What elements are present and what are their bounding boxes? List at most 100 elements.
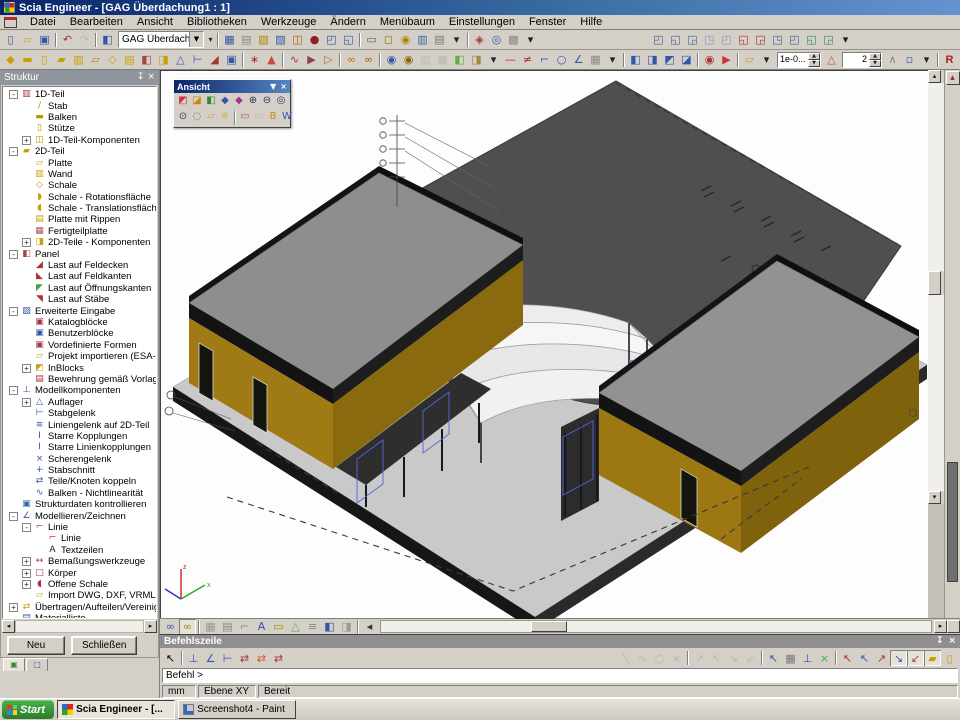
tree-item-label[interactable]: Last auf Stäbe bbox=[48, 294, 109, 305]
window-arrange-10-icon[interactable]: ◱ bbox=[803, 32, 820, 48]
add-beam-icon[interactable]: ▬ bbox=[19, 52, 36, 68]
tree-item-label[interactable]: Stütze bbox=[48, 123, 75, 134]
window-arrange-11-icon[interactable]: ◲ bbox=[820, 32, 837, 48]
osnap-2-icon[interactable]: ↖ bbox=[856, 650, 873, 666]
unlink-nodes-icon[interactable]: ∞ bbox=[360, 52, 377, 68]
ansicht-dropdown-icon[interactable]: ▼ bbox=[270, 83, 276, 91]
command-input[interactable]: Befehl > bbox=[162, 668, 958, 683]
tree-item[interactable]: +Stabschnitt bbox=[5, 465, 156, 476]
pin-icon[interactable]: ↧ bbox=[137, 73, 145, 82]
expand-icon[interactable]: + bbox=[22, 364, 31, 373]
scroll-down-icon[interactable]: ▾ bbox=[928, 491, 941, 504]
perspective-icon[interactable]: ▤ bbox=[219, 619, 236, 635]
tree-item-label[interactable]: Linie bbox=[61, 533, 81, 544]
menu-menübaum[interactable]: Menübaum bbox=[373, 15, 442, 29]
tree-item[interactable]: -⊥Modellkomponenten bbox=[5, 385, 156, 396]
tree-item[interactable]: ▣Katalogblöcke bbox=[5, 317, 156, 328]
tree-item-label[interactable]: Schale - Rotationsfläche bbox=[48, 192, 151, 203]
start-button[interactable]: Start bbox=[2, 700, 54, 719]
close-icon[interactable]: × bbox=[147, 73, 155, 82]
add-support-icon[interactable]: △ bbox=[172, 52, 189, 68]
shading-icon[interactable]: ▦ bbox=[202, 619, 219, 635]
activity-icon[interactable]: ◨ bbox=[468, 52, 485, 68]
measure-icon[interactable]: ▩ bbox=[505, 32, 522, 48]
scale-spinner[interactable]: 2 ▲▼ bbox=[842, 52, 882, 68]
menu-einstellungen[interactable]: Einstellungen bbox=[442, 15, 522, 29]
view-camera-icon[interactable]: ◆ bbox=[232, 94, 246, 108]
menu-hilfe[interactable]: Hilfe bbox=[573, 15, 609, 29]
tree-item[interactable]: ▤Materialliste bbox=[5, 613, 156, 619]
tree-item[interactable]: ×Scherengelenk bbox=[5, 454, 156, 465]
snap-ortho-icon[interactable]: ⊥ bbox=[799, 650, 816, 666]
add-rib-icon[interactable]: ▤ bbox=[121, 52, 138, 68]
chart-icon[interactable]: ▥ bbox=[414, 32, 431, 48]
tree-item-label[interactable]: Linie bbox=[48, 522, 68, 533]
expand-icon[interactable]: + bbox=[22, 569, 31, 578]
view-side-icon[interactable]: ◪ bbox=[190, 94, 204, 108]
arrow-sw-icon[interactable]: ↙ bbox=[742, 650, 759, 666]
project-combo-extra-dropdown[interactable]: ▾ bbox=[206, 32, 215, 48]
tree-item-label[interactable]: Stabschnitt bbox=[48, 465, 95, 476]
tolerance-down-icon[interactable]: ▼ bbox=[808, 60, 820, 67]
tree-item[interactable]: -▰2D-Teil bbox=[5, 146, 156, 157]
add-panel-icon[interactable]: ◧ bbox=[138, 52, 155, 68]
snap-midpoint-icon[interactable]: ∠ bbox=[202, 650, 219, 666]
open-project-icon[interactable]: ▱ bbox=[19, 32, 36, 48]
tab-properties[interactable]: □ bbox=[26, 658, 48, 671]
tree-item-label[interactable]: Fertigteilplatte bbox=[48, 226, 108, 237]
view-settings-icon[interactable]: ▱ bbox=[204, 110, 218, 124]
resize-corner[interactable] bbox=[947, 620, 960, 633]
menu-ändern[interactable]: Ändern bbox=[323, 15, 372, 29]
print-icon[interactable]: ▭ bbox=[363, 32, 380, 48]
window-arrange-6-icon[interactable]: ◱ bbox=[735, 32, 752, 48]
menu-bibliotheken[interactable]: Bibliotheken bbox=[180, 15, 254, 29]
r-tool-button[interactable]: R bbox=[941, 52, 958, 68]
grid-tool-icon[interactable]: ▦ bbox=[587, 52, 604, 68]
move-tool-icon[interactable]: ▲ bbox=[263, 52, 280, 68]
snap-intersection-icon[interactable]: ⊢ bbox=[219, 650, 236, 666]
draw-delete-icon[interactable]: × bbox=[668, 650, 685, 666]
scale-down-icon[interactable]: ▼ bbox=[869, 60, 881, 67]
draw-arc-icon[interactable]: ∿ bbox=[634, 650, 651, 666]
expand-icon[interactable]: + bbox=[22, 136, 31, 145]
menu-datei[interactable]: Datei bbox=[23, 15, 63, 29]
taskbar-task-scia[interactable]: Scia Engineer - [... bbox=[57, 700, 175, 719]
report-dropdown[interactable]: ▾ bbox=[448, 32, 465, 48]
tree-item[interactable]: +△Auflager bbox=[5, 397, 156, 408]
tree-item-label[interactable]: Balken bbox=[48, 112, 77, 123]
scroll-right-icon[interactable]: ▸ bbox=[934, 620, 947, 633]
tree-item[interactable]: ▥Wand bbox=[5, 169, 156, 180]
tree-item-label[interactable]: Starre Kopplungen bbox=[48, 431, 127, 442]
globe-icon[interactable]: ● bbox=[306, 32, 323, 48]
tree-item-label[interactable]: Bemaßungswerkzeuge bbox=[48, 556, 145, 567]
tree-item[interactable]: ▤Platte mit Rippen bbox=[5, 214, 156, 225]
tree-item-label[interactable]: Benutzerblöcke bbox=[48, 328, 113, 339]
zoom-out-icon[interactable]: ⊖ bbox=[260, 94, 274, 108]
arrow-ne-icon[interactable]: ↗ bbox=[691, 650, 708, 666]
add-shell-icon[interactable]: ◇ bbox=[104, 52, 121, 68]
draw-line-icon[interactable]: ╲ bbox=[617, 650, 634, 666]
tree-item[interactable]: ΙStarre Kopplungen bbox=[5, 431, 156, 442]
zoom-window-icon[interactable]: ◎ bbox=[274, 94, 288, 108]
tree-item[interactable]: ⌐Linie bbox=[5, 533, 156, 544]
units-indicator[interactable]: mm bbox=[162, 685, 196, 698]
project-combo[interactable]: GAG Überdachung1 ▼ bbox=[118, 31, 204, 48]
angle-tool-icon[interactable]: ∠ bbox=[570, 52, 587, 68]
circle-tool-icon[interactable]: ○ bbox=[553, 52, 570, 68]
scale-up-icon[interactable]: ▲ bbox=[869, 53, 881, 60]
tree-item-label[interactable]: Modellkomponenten bbox=[35, 385, 121, 396]
tree-item[interactable]: ▱Platte bbox=[5, 157, 156, 168]
wire-link-icon[interactable]: ∞ bbox=[162, 619, 179, 635]
copy-multi-4-icon[interactable]: ◪ bbox=[678, 52, 695, 68]
ref-grid-icon[interactable]: ▫ bbox=[901, 52, 918, 68]
layout2-icon[interactable]: ◱ bbox=[340, 32, 357, 48]
osnap-3-icon[interactable]: ↗ bbox=[873, 650, 890, 666]
binocular-icon[interactable]: ◉ bbox=[383, 52, 400, 68]
befehlszeile-header[interactable]: Befehlszeile ↧ × bbox=[160, 634, 960, 648]
collapse-icon[interactable]: - bbox=[9, 147, 18, 156]
line-tool-icon[interactable]: — bbox=[502, 52, 519, 68]
tree-item-label[interactable]: Vordefinierte Formen bbox=[48, 340, 137, 351]
view-top-icon[interactable]: ◧ bbox=[204, 94, 218, 108]
view-front-icon[interactable]: ◩ bbox=[176, 94, 190, 108]
menu-werkzeuge[interactable]: Werkzeuge bbox=[254, 15, 323, 29]
